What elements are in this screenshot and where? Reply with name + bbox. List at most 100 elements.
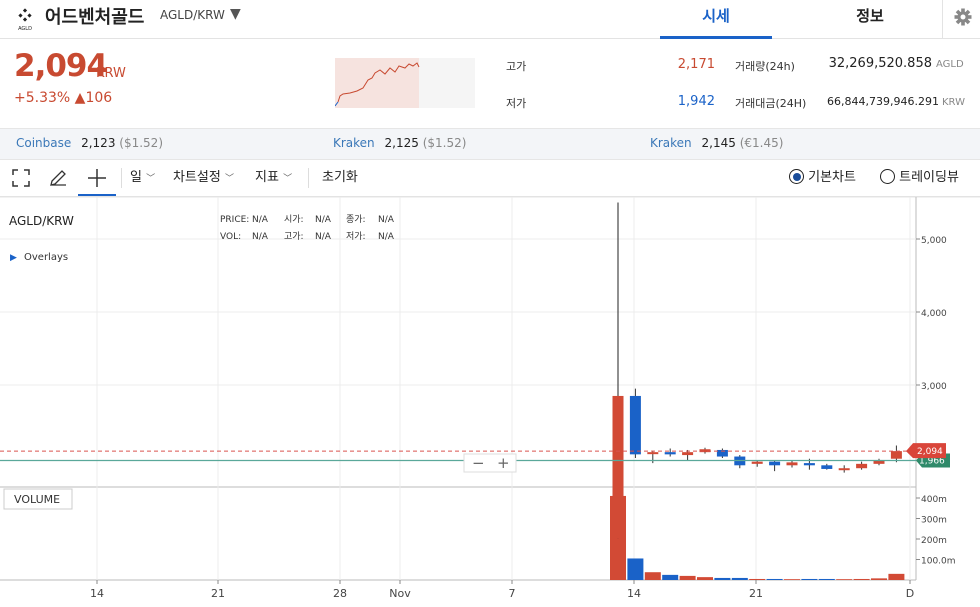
candle-body xyxy=(612,395,624,539)
chevron-down-icon: ﹀ xyxy=(146,174,156,184)
volume-bar xyxy=(853,578,870,580)
candle-body xyxy=(664,452,676,455)
x-tick-label: 14 xyxy=(627,587,641,600)
candle-body xyxy=(629,395,641,455)
top-header: AGLD 어드벤처골드 AGLD/KRW ▼ 시세 정보 xyxy=(0,0,980,39)
low-value: 1,942 xyxy=(677,94,715,109)
low-label: 저가 xyxy=(506,97,527,110)
volume-bar xyxy=(627,558,644,580)
view-tradingview-label: 트레이딩뷰 xyxy=(899,170,959,185)
price-change: +5.33% ▲106 xyxy=(14,90,112,106)
exchange-item: Kraken 2,125 ($1.52) xyxy=(333,136,466,150)
price-chart[interactable]: 5,000 4,000 3,000 400m 300m 200m 100.0m 14 21 2… xyxy=(0,197,980,607)
high-info-label: 고가: xyxy=(284,231,304,242)
current-price-tag: 2,094 xyxy=(906,443,946,459)
low-info-value: N/A xyxy=(378,232,395,242)
close-info-label: 종가: xyxy=(346,214,366,225)
y-tick-label: 4,000 xyxy=(921,309,947,319)
volume-bars xyxy=(610,495,905,580)
open-info-label: 시가: xyxy=(284,214,304,225)
volume-bar xyxy=(697,577,713,580)
volume-tick-label: 200m xyxy=(921,536,947,546)
exchange-price: 2,145 xyxy=(701,136,736,150)
chart-grid xyxy=(0,197,980,581)
x-tick-label: 21 xyxy=(211,587,225,600)
vol-info-value: N/A xyxy=(252,232,269,242)
interval-dropdown[interactable]: 일 ﹀ xyxy=(130,160,155,196)
x-tick-label: 7 xyxy=(509,587,516,600)
change-amount: ▲106 xyxy=(74,90,113,106)
volume-tick-label: 300m xyxy=(921,516,947,526)
volume-bar xyxy=(749,578,766,580)
y-tick-label: 5,000 xyxy=(921,236,947,246)
zoom-in-button[interactable]: + xyxy=(497,454,510,472)
volume-bar xyxy=(679,575,696,580)
exchange-name[interactable]: Kraken xyxy=(650,136,692,150)
vol-info-label: VOL: xyxy=(220,232,241,242)
indicators-label: 지표 xyxy=(255,170,279,185)
current-price-tag-text: 2,094 xyxy=(917,447,943,457)
price-info-value: N/A xyxy=(252,215,269,225)
overlays-toggle[interactable]: Overlays xyxy=(24,252,68,263)
price-unit: KRW xyxy=(96,66,126,81)
amount-unit: KRW xyxy=(942,97,965,108)
x-tick-label: D xyxy=(906,587,914,600)
candle-body xyxy=(856,463,868,469)
tab-info[interactable]: 정보 xyxy=(812,0,928,36)
toolbar-divider xyxy=(121,168,122,188)
exchange-alt-price: ($1.52) xyxy=(119,136,163,150)
close-info-value: N/A xyxy=(378,215,395,225)
current-price: 2,094 xyxy=(14,48,108,84)
view-basic-radio[interactable]: 기본차트 xyxy=(789,160,856,196)
amount-label: 거래대금(24H) xyxy=(735,97,807,110)
play-icon[interactable]: ▶ xyxy=(10,253,17,263)
chevron-down-icon: ﹀ xyxy=(283,174,293,184)
exchange-alt-price: ($1.52) xyxy=(422,136,467,150)
coin-name: 어드벤처골드 xyxy=(45,7,145,28)
radio-unchecked-icon xyxy=(880,169,895,184)
pencil-icon[interactable] xyxy=(48,168,68,188)
exchange-price: 2,123 xyxy=(81,136,116,150)
fullscreen-icon[interactable] xyxy=(12,169,30,187)
volume-panel-label: VOLUME xyxy=(14,493,60,506)
tab-price[interactable]: 시세 xyxy=(660,0,772,39)
chart-toolbar: 일 ﹀ 차트설정 ﹀ 지표 ﹀ 초기화 기본차트 트레이딩뷰 xyxy=(0,160,980,197)
radio-checked-icon xyxy=(789,169,804,184)
candle-body xyxy=(786,462,798,466)
indicators-dropdown[interactable]: 지표 ﹀ xyxy=(255,160,292,196)
exchange-price: 2,125 xyxy=(384,136,419,150)
gear-icon xyxy=(954,8,972,26)
reset-button[interactable]: 초기화 xyxy=(322,160,358,196)
high-value: 2,171 xyxy=(677,57,715,72)
crosshair-icon xyxy=(88,169,106,187)
volume-axis: 400m 300m 200m 100.0m xyxy=(916,495,956,567)
amount-value: 66,844,739,946.291 xyxy=(827,95,939,108)
sparkline-chart xyxy=(335,58,475,108)
volume-bar xyxy=(888,573,905,580)
chevron-down-icon[interactable]: ▼ xyxy=(230,6,241,22)
low-info-label: 저가: xyxy=(346,231,366,242)
chart-settings-dropdown[interactable]: 차트설정 ﹀ xyxy=(173,160,234,196)
view-tradingview-radio[interactable]: 트레이딩뷰 xyxy=(880,160,959,196)
x-tick-label: Nov xyxy=(389,587,411,600)
exchange-prices-bar: Coinbase 2,123 ($1.52) Kraken 2,125 ($1.… xyxy=(0,128,980,160)
candlesticks xyxy=(612,202,902,539)
volume-bar xyxy=(662,574,679,580)
exchange-alt-price: (€1.45) xyxy=(739,136,784,150)
logo-text: AGLD xyxy=(18,26,32,32)
exchange-name[interactable]: Kraken xyxy=(333,136,375,150)
zoom-out-button[interactable]: − xyxy=(472,454,485,472)
chart-settings-label: 차트설정 xyxy=(173,170,221,185)
exchange-name[interactable]: Coinbase xyxy=(16,136,71,150)
volume-bar xyxy=(714,577,731,580)
crosshair-button[interactable] xyxy=(78,160,116,196)
volume-label: 거래량(24h) xyxy=(735,60,795,73)
exchange-item: Kraken 2,145 (€1.45) xyxy=(650,136,783,150)
volume-unit: AGLD xyxy=(936,59,964,70)
candle-body xyxy=(838,468,850,471)
change-percent: +5.33% xyxy=(14,90,71,106)
settings-button[interactable] xyxy=(942,0,980,38)
candle-body xyxy=(821,465,833,469)
y-tick-label: 3,000 xyxy=(921,382,947,392)
zoom-controls: − + xyxy=(463,453,517,473)
